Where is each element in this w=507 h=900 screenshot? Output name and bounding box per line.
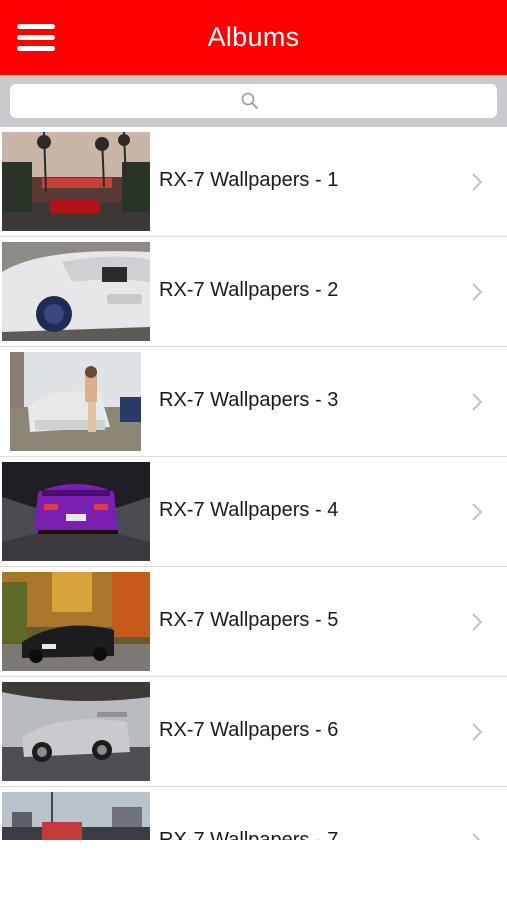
chevron-right-icon <box>472 723 483 741</box>
album-title: RX-7 Wallpapers - 1 <box>159 169 339 191</box>
album-title: RX-7 Wallpapers - 7 <box>159 829 339 840</box>
chevron-right-icon <box>472 613 483 631</box>
list-item[interactable]: RX-7 Wallpapers - 2 <box>0 237 507 347</box>
list-item[interactable]: RX-7 Wallpapers - 1 <box>0 127 507 237</box>
list-item[interactable]: RX-7 Wallpapers - 7 <box>0 787 507 840</box>
list-item[interactable]: RX-7 Wallpapers - 6 <box>0 677 507 787</box>
album-thumbnail <box>2 132 150 231</box>
album-title: RX-7 Wallpapers - 6 <box>159 719 339 741</box>
chevron-right-icon <box>472 833 481 840</box>
chevron-right-icon <box>472 173 483 191</box>
album-list: RX-7 Wallpapers - 1 RX-7 Wallpapers - 2 <box>0 127 507 840</box>
album-thumbnail <box>2 792 150 840</box>
album-thumbnail <box>2 462 150 561</box>
album-thumbnail <box>2 242 150 341</box>
chevron-right-icon <box>472 393 483 411</box>
album-title: RX-7 Wallpapers - 4 <box>159 499 339 521</box>
album-title: RX-7 Wallpapers - 5 <box>159 609 339 631</box>
list-item[interactable]: RX-7 Wallpapers - 5 <box>0 567 507 677</box>
chevron-right-icon <box>472 503 483 521</box>
bottom-area <box>0 840 507 900</box>
album-thumbnail <box>10 352 141 451</box>
search-bar <box>0 75 507 127</box>
page-title: Albums <box>207 22 300 52</box>
search-input[interactable] <box>10 84 497 118</box>
album-thumbnail <box>2 682 150 781</box>
chevron-right-icon <box>472 283 483 301</box>
album-title: RX-7 Wallpapers - 3 <box>159 389 339 411</box>
album-title: RX-7 Wallpapers - 2 <box>159 279 339 301</box>
app-header: Albums <box>0 0 507 75</box>
album-thumbnail <box>2 572 150 671</box>
list-item[interactable]: RX-7 Wallpapers - 4 <box>0 457 507 567</box>
list-item[interactable]: RX-7 Wallpapers - 3 <box>0 347 507 457</box>
